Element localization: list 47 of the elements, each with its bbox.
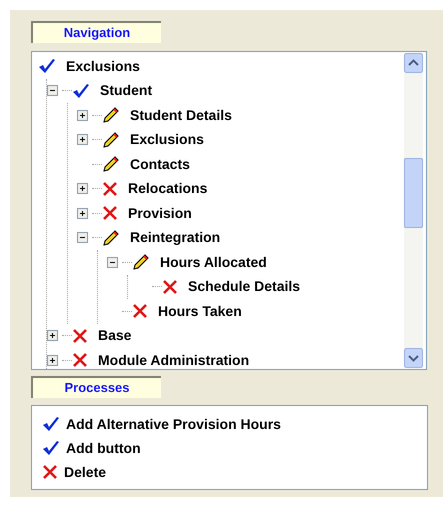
cross-icon (162, 278, 178, 295)
checkmark-icon (38, 58, 56, 74)
tree-item[interactable]: Hours Allocated (160, 252, 267, 273)
tree-item[interactable]: Hours Taken (158, 300, 242, 322)
scrollbar[interactable] (404, 53, 423, 368)
tree-item[interactable]: Student Details (130, 104, 232, 126)
expand-icon[interactable] (47, 330, 58, 342)
pencil-icon (102, 155, 120, 174)
process-item[interactable]: Delete (64, 462, 106, 482)
expand-icon[interactable] (47, 354, 58, 366)
tree-item[interactable]: Base (98, 325, 132, 346)
tree-item[interactable]: Provision (128, 202, 192, 224)
scroll-thumb[interactable] (404, 158, 423, 228)
checkmark-icon (42, 416, 60, 432)
pencil-icon (132, 253, 150, 272)
cross-icon (132, 303, 148, 320)
expand-icon[interactable] (77, 134, 88, 146)
pencil-icon (102, 130, 120, 149)
tree-item[interactable]: Exclusions (66, 56, 140, 77)
checkmark-icon (72, 82, 90, 99)
tree-item[interactable]: Student (100, 80, 152, 102)
pencil-icon (102, 228, 120, 247)
tree-item[interactable]: Module Administration (98, 350, 250, 369)
section-label: Processes (31, 376, 161, 398)
cross-icon (72, 352, 88, 368)
cross-icon (42, 464, 58, 480)
tree-item[interactable]: Schedule Details (188, 276, 300, 298)
section-label: Navigation (31, 21, 161, 43)
collapse-icon[interactable] (47, 85, 58, 96)
collapse-icon[interactable] (77, 232, 88, 244)
tree-item[interactable]: Contacts (130, 154, 190, 175)
expand-icon[interactable] (77, 110, 88, 121)
checkmark-icon (42, 440, 60, 456)
expand-icon[interactable] (77, 183, 88, 194)
scroll-up-icon[interactable] (404, 53, 423, 73)
expand-icon[interactable] (77, 208, 88, 219)
collapse-icon[interactable] (107, 256, 118, 268)
cross-icon (102, 180, 118, 197)
process-item[interactable]: Add Alternative Provision Hours (66, 414, 281, 434)
tree-item[interactable]: Exclusions (130, 129, 204, 150)
cross-icon (72, 328, 88, 344)
scroll-down-icon[interactable] (404, 348, 423, 368)
pencil-icon (102, 106, 120, 124)
tree-item[interactable]: Relocations (128, 178, 208, 200)
tree-item[interactable]: Reintegration (130, 227, 220, 248)
process-item[interactable]: Add button (66, 438, 141, 458)
cross-icon (102, 205, 118, 222)
